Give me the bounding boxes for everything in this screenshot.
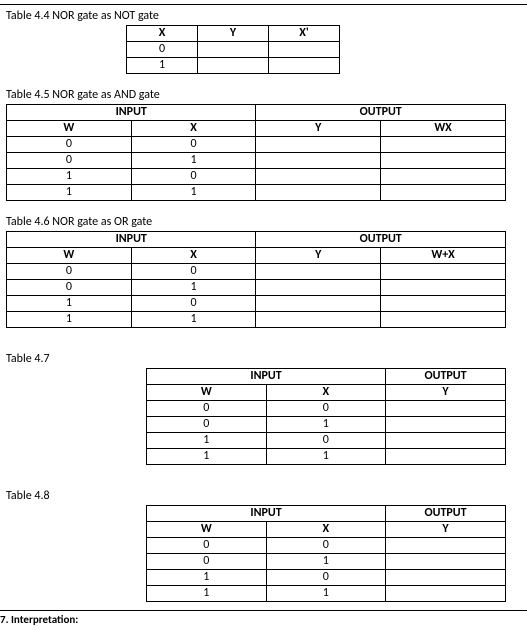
t45-cell: 0 [131, 169, 256, 185]
t48-cell [386, 538, 506, 554]
t47-cell: 1 [266, 417, 386, 433]
t45-cell [381, 137, 506, 153]
t48-header: W [147, 522, 267, 538]
t45-header: W [7, 121, 132, 137]
t48-cell [386, 586, 506, 602]
t48-group-input: INPUT [147, 506, 386, 522]
footer-cutoff-text: 7. Interpretation: [0, 610, 527, 626]
t46-cell: 0 [131, 264, 256, 280]
t48-cell: 1 [147, 586, 267, 602]
t48-cell: 0 [147, 538, 267, 554]
t47-cell [386, 433, 506, 449]
t45-cell [256, 137, 381, 153]
table-4-6-caption: Table 4.6 NOR gate as OR gate [6, 215, 521, 229]
t47-cell: 1 [147, 433, 267, 449]
t44-header-xprime: X' [269, 26, 340, 42]
t45-cell: 1 [131, 153, 256, 169]
t47-cell [386, 417, 506, 433]
t48-cell: 1 [266, 554, 386, 570]
t44-cell [269, 42, 340, 58]
table-4-5: INPUT OUTPUT W X Y WX 0 0 0 1 1 0 1 1 [6, 104, 506, 201]
table-4-7-caption: Table 4.7 [6, 352, 521, 366]
t46-cell: 1 [131, 312, 256, 328]
t47-cell: 1 [266, 449, 386, 465]
t47-header: X [266, 385, 386, 401]
t46-cell [256, 296, 381, 312]
t47-header: Y [386, 385, 506, 401]
t45-cell [381, 169, 506, 185]
t45-cell: 0 [7, 137, 132, 153]
t45-cell [381, 185, 506, 201]
table-4-7: INPUT OUTPUT W X Y 0 0 0 1 1 0 1 1 [146, 368, 506, 465]
t46-cell: 1 [7, 296, 132, 312]
t48-cell: 0 [266, 570, 386, 586]
table-4-8-caption: Table 4.8 [6, 489, 521, 503]
table-4-4: X Y X' 0 1 [126, 25, 340, 74]
t45-cell: 0 [131, 137, 256, 153]
t48-header: X [266, 522, 386, 538]
t44-cell: 0 [127, 42, 198, 58]
t48-cell: 0 [266, 538, 386, 554]
t46-cell [256, 264, 381, 280]
t44-cell [198, 58, 269, 74]
t46-cell [381, 280, 506, 296]
t46-header: Y [256, 248, 381, 264]
t45-cell [256, 153, 381, 169]
t46-cell [381, 312, 506, 328]
t46-cell [381, 264, 506, 280]
t48-header: Y [386, 522, 506, 538]
t46-header: W+X [381, 248, 506, 264]
t46-cell: 0 [7, 264, 132, 280]
t47-header: W [147, 385, 267, 401]
t47-cell: 0 [147, 417, 267, 433]
t47-cell: 0 [147, 401, 267, 417]
t46-header: W [7, 248, 132, 264]
t45-group-output: OUTPUT [256, 105, 506, 121]
t46-cell: 0 [131, 296, 256, 312]
table-4-8: INPUT OUTPUT W X Y 0 0 0 1 1 0 1 1 [146, 505, 506, 602]
t44-header-y: Y [198, 26, 269, 42]
t46-cell [381, 296, 506, 312]
table-4-5-caption: Table 4.5 NOR gate as AND gate [6, 88, 521, 102]
t45-cell: 1 [7, 185, 132, 201]
t46-cell [256, 312, 381, 328]
table-4-6: INPUT OUTPUT W X Y W+X 0 0 0 1 1 0 1 1 [6, 231, 506, 328]
t45-header: Y [256, 121, 381, 137]
t46-cell: 1 [131, 280, 256, 296]
t47-cell: 0 [266, 433, 386, 449]
t44-header-x: X [127, 26, 198, 42]
t47-cell [386, 449, 506, 465]
t48-cell: 1 [147, 570, 267, 586]
t45-group-input: INPUT [7, 105, 256, 121]
t48-cell: 1 [266, 586, 386, 602]
t46-cell: 1 [7, 312, 132, 328]
t47-group-output: OUTPUT [386, 369, 506, 385]
t44-cell: 1 [127, 58, 198, 74]
t46-group-output: OUTPUT [256, 232, 506, 248]
t45-cell: 1 [131, 185, 256, 201]
t45-cell: 0 [7, 153, 132, 169]
t46-header: X [131, 248, 256, 264]
t48-cell: 0 [147, 554, 267, 570]
t47-cell: 1 [147, 449, 267, 465]
t46-group-input: INPUT [7, 232, 256, 248]
t47-cell: 0 [266, 401, 386, 417]
t45-cell: 1 [7, 169, 132, 185]
t48-cell [386, 554, 506, 570]
t48-group-output: OUTPUT [386, 506, 506, 522]
t47-cell [386, 401, 506, 417]
t45-cell [256, 169, 381, 185]
t47-group-input: INPUT [147, 369, 386, 385]
t45-header: X [131, 121, 256, 137]
table-4-4-caption: Table 4.4 NOR gate as NOT gate [6, 9, 521, 23]
t46-cell: 0 [7, 280, 132, 296]
t48-cell [386, 570, 506, 586]
t44-cell [198, 42, 269, 58]
t45-header: WX [381, 121, 506, 137]
t45-cell [381, 153, 506, 169]
t46-cell [256, 280, 381, 296]
t44-cell [269, 58, 340, 74]
t45-cell [256, 185, 381, 201]
